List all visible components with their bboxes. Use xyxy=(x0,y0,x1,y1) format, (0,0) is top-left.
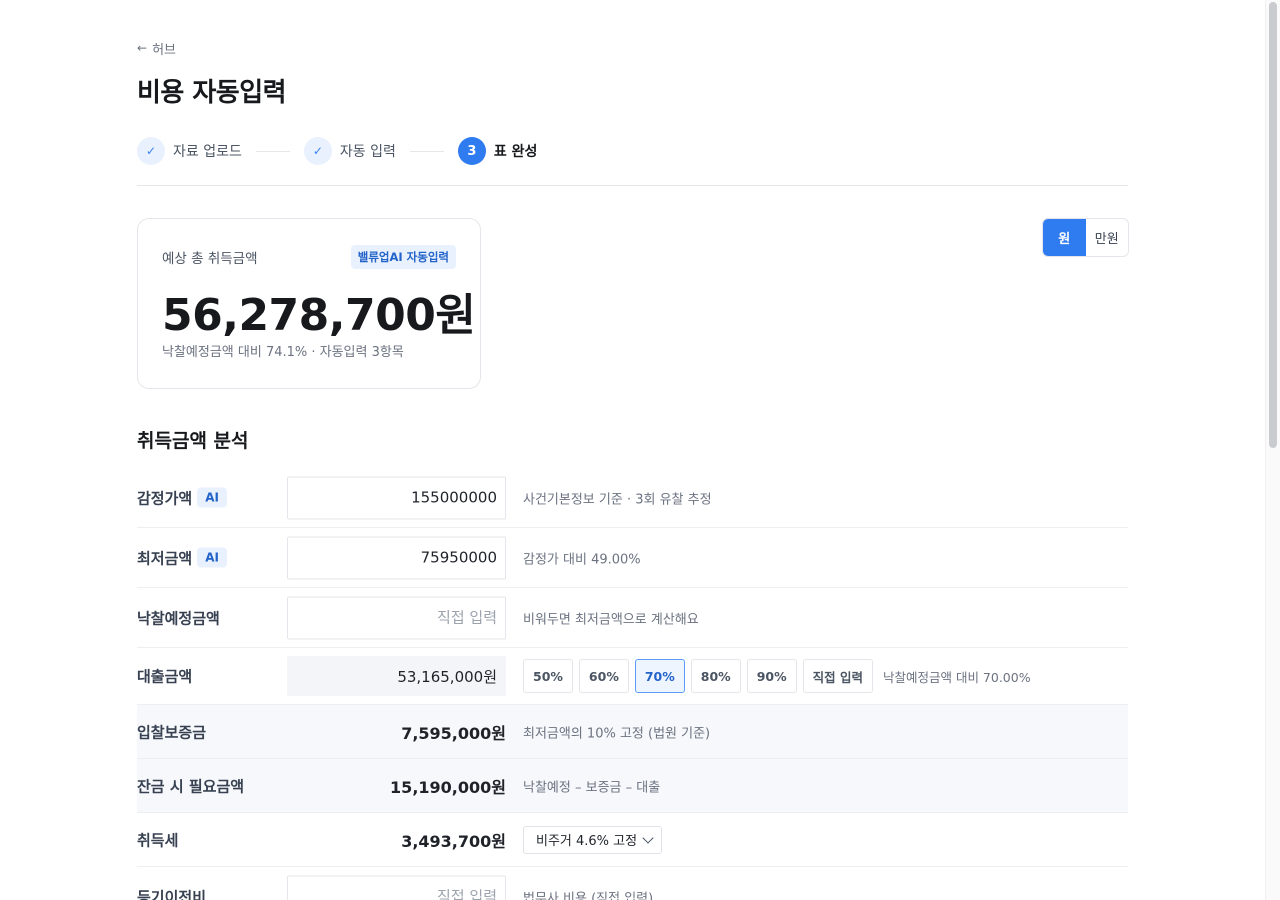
row-note: 낙찰예정 – 보증금 – 대출 xyxy=(523,780,661,795)
scrollbar-thumb[interactable] xyxy=(1269,2,1277,448)
row-label: 감정가액 xyxy=(137,489,193,507)
step-connector xyxy=(409,150,444,152)
back-link-label: 허브 xyxy=(152,42,176,58)
loan-ratio-group: 50% 60% 70% 80% 90% 직접 입력 낙찰예정금액 대비 70.0… xyxy=(523,659,1031,693)
row-label: 잔금 시 필요금액 xyxy=(137,777,245,795)
row-deposit: 입찰보증금 7,595,000원 최저금액의 10% 고정 (법원 기준) xyxy=(137,705,1128,759)
appraisal-input[interactable] xyxy=(287,476,506,519)
analysis-table: 감정가액 AI 사건기본정보 기준 · 3회 유찰 추정 최저금액 AI 감정가… xyxy=(137,468,1128,900)
stepper: ✓ 자료 업로드 ✓ 자동 입력 3 표 완성 xyxy=(137,136,537,166)
ai-badge: AI xyxy=(197,487,227,508)
loan-ratio-90-button[interactable]: 90% xyxy=(746,659,797,693)
loan-ratio-70-button[interactable]: 70% xyxy=(634,659,685,693)
check-icon: ✓ xyxy=(137,137,165,165)
row-label: 낙찰예정금액 xyxy=(137,609,220,627)
row-label: 최저금액 xyxy=(137,549,193,567)
summary-label: 예상 총 취득금액 xyxy=(162,251,258,267)
row-note: 법무사 비용 (직접 입력) xyxy=(523,891,654,900)
row-label: 입찰보증금 xyxy=(137,723,207,741)
step-number: 3 xyxy=(457,137,486,165)
row-appraisal: 감정가액 AI 사건기본정보 기준 · 3회 유찰 추정 xyxy=(137,468,1128,528)
header-divider xyxy=(137,185,1128,186)
step-label: 자료 업로드 xyxy=(173,144,242,160)
row-acquisition-tax: 취득세 3,493,700원 비주거 4.6% 고정 xyxy=(137,813,1128,867)
minimum-price-input[interactable] xyxy=(287,536,506,579)
registry-cost-input[interactable] xyxy=(287,875,506,900)
loan-ratio-note: 낙찰예정금액 대비 70.00% xyxy=(882,669,1031,685)
row-registry: 등기이전비 법무사 비용 (직접 입력) xyxy=(137,867,1128,900)
unit-10k-won-button[interactable]: 만원 xyxy=(1086,219,1129,256)
chevron-down-icon xyxy=(642,831,654,844)
row-note: 감정가 대비 49.00% xyxy=(523,552,641,567)
bid-price-input[interactable] xyxy=(287,596,506,639)
ai-autofill-badge: 밸류업AI 자동입력 xyxy=(350,245,456,269)
step-complete[interactable]: 3 표 완성 xyxy=(457,137,538,165)
unit-won-button[interactable]: 원 xyxy=(1043,219,1086,256)
tax-rate-selected: 비주거 4.6% 고정 xyxy=(536,834,638,849)
loan-ratio-50-button[interactable]: 50% xyxy=(523,659,573,693)
check-icon: ✓ xyxy=(303,137,332,165)
loan-ratio-custom-button[interactable]: 직접 입력 xyxy=(802,659,873,693)
total-acquisition-amount: 56,278,700원 xyxy=(162,290,476,341)
summary-subtext: 낙찰예정금액 대비 74.1% · 자동입력 3항목 xyxy=(162,345,404,360)
loan-ratio-80-button[interactable]: 80% xyxy=(690,659,741,693)
unit-toggle: 원 만원 xyxy=(1042,218,1129,257)
ai-badge: AI xyxy=(197,547,227,568)
tax-rate-select[interactable]: 비주거 4.6% 고정 xyxy=(523,825,662,854)
row-note: 비워두면 최저금액으로 계산해요 xyxy=(523,612,699,627)
step-label: 표 완성 xyxy=(493,144,538,160)
row-balance: 잔금 시 필요금액 15,190,000원 낙찰예정 – 보증금 – 대출 xyxy=(137,759,1128,813)
row-loan: 대출금액 53,165,000원 50% 60% 70% 80% 90% 직접 … xyxy=(137,648,1128,705)
step-upload[interactable]: ✓ 자료 업로드 xyxy=(137,137,242,165)
loan-amount-display: 53,165,000원 xyxy=(287,656,506,696)
row-label: 취득세 xyxy=(137,831,179,849)
row-label: 대출금액 xyxy=(137,667,193,686)
step-label: 자동 입력 xyxy=(339,144,396,160)
row-minimum: 최저금액 AI 감정가 대비 49.00% xyxy=(137,528,1128,588)
page-title: 비용 자동입력 xyxy=(137,78,287,108)
summary-card: 예상 총 취득금액 밸류업AI 자동입력 56,278,700원 낙찰예정금액 … xyxy=(137,218,481,389)
arrow-left-icon: ← xyxy=(137,41,148,55)
row-note: 사건기본정보 기준 · 3회 유찰 추정 xyxy=(523,492,712,507)
step-auto-input[interactable]: ✓ 자동 입력 xyxy=(303,137,396,165)
section-title: 취득금액 분석 xyxy=(137,430,249,452)
row-bid: 낙찰예정금액 비워두면 최저금액으로 계산해요 xyxy=(137,588,1128,648)
scrollbar[interactable] xyxy=(1265,0,1280,900)
balance-value: 15,190,000원 xyxy=(390,777,506,797)
loan-ratio-60-button[interactable]: 60% xyxy=(578,659,629,693)
deposit-value: 7,595,000원 xyxy=(401,723,506,743)
back-link[interactable]: ← 허브 xyxy=(137,39,176,58)
acquisition-tax-value: 3,493,700원 xyxy=(401,831,506,851)
row-label: 등기이전비 xyxy=(137,888,207,900)
step-connector xyxy=(255,150,290,152)
row-note: 최저금액의 10% 고정 (법원 기준) xyxy=(523,726,711,741)
